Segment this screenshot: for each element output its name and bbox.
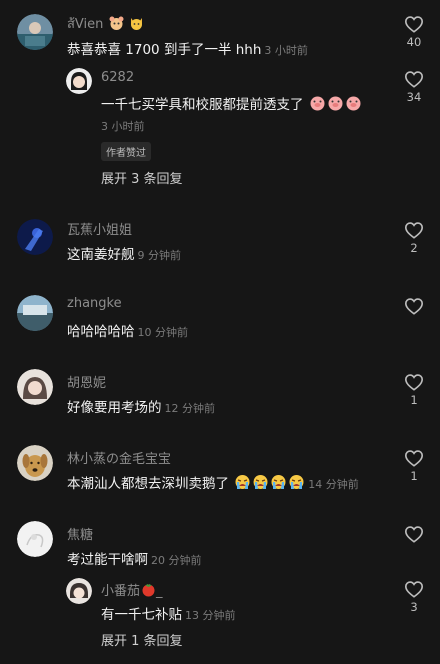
reply-avatar[interactable] bbox=[66, 578, 92, 604]
tomato-emoji bbox=[141, 582, 156, 601]
comment-author[interactable]: ส้Vien bbox=[67, 13, 144, 34]
like-button[interactable]: 40 bbox=[396, 15, 432, 49]
like-count: 2 bbox=[410, 241, 418, 255]
crying-face-emoji bbox=[270, 474, 287, 494]
pig-face-emoji bbox=[345, 95, 362, 115]
comment-author[interactable]: 瓦蕉小姐姐 bbox=[67, 219, 132, 238]
like-count: 1 bbox=[410, 393, 418, 407]
comment-author[interactable]: 胡恩妮 bbox=[67, 372, 106, 391]
heart-outline-icon bbox=[404, 450, 424, 467]
reply-like-button[interactable]: 3 bbox=[396, 580, 432, 614]
heart-outline-icon bbox=[404, 374, 424, 391]
like-button[interactable] bbox=[396, 297, 432, 317]
crying-face-emoji bbox=[288, 474, 305, 494]
heart-outline-icon bbox=[404, 526, 424, 543]
crying-face-emoji bbox=[252, 474, 269, 494]
comment-time: 3 小时前 bbox=[264, 44, 308, 57]
crying-face-emoji bbox=[234, 474, 251, 494]
author-liked-badge: 作者赞过 bbox=[101, 142, 151, 161]
comment-text: 哈哈哈哈哈 10 分钟前 bbox=[67, 324, 189, 340]
comment-author[interactable]: 林小蒸の金毛宝宝 bbox=[67, 448, 171, 467]
like-button[interactable]: 1 bbox=[396, 373, 432, 407]
like-count: 34 bbox=[406, 90, 422, 104]
like-count: 3 bbox=[410, 600, 418, 614]
comment-time: 20 分钟前 bbox=[151, 554, 202, 567]
reply-time: 13 分钟前 bbox=[185, 609, 236, 622]
heart-outline-icon bbox=[404, 298, 424, 315]
like-count: 1 bbox=[410, 469, 418, 483]
comment-text: 这南姜好舰 9 分钟前 bbox=[67, 247, 182, 263]
heart-outline-icon bbox=[404, 16, 424, 33]
comment-author[interactable]: zhangke bbox=[67, 296, 122, 311]
comment-text: 考过能干啥啊 20 分钟前 bbox=[67, 552, 202, 568]
reply-avatar[interactable] bbox=[66, 68, 92, 94]
cat-emoji bbox=[129, 16, 144, 34]
comment-text: 恭喜恭喜 1700 到手了一半 hhh 3 小时前 bbox=[67, 42, 308, 58]
reply-text: 有一千七补贴 13 分钟前 bbox=[101, 607, 236, 623]
avatar[interactable] bbox=[17, 369, 53, 405]
comment-text: 好像要用考场的 12 分钟前 bbox=[67, 400, 216, 416]
pig-face-emoji bbox=[309, 95, 326, 115]
comment-time: 12 分钟前 bbox=[164, 402, 216, 415]
reply-time: 3 小时前 bbox=[101, 120, 145, 133]
avatar[interactable] bbox=[17, 219, 53, 255]
comment-author[interactable]: 焦糖 bbox=[67, 524, 93, 543]
reply-author[interactable]: 6282 bbox=[101, 70, 134, 85]
reply-author[interactable]: 小番茄 _ bbox=[101, 580, 163, 601]
reply-text: 一千七买学具和校服都提前透支了 bbox=[101, 93, 362, 115]
reply-like-button[interactable]: 34 bbox=[396, 70, 432, 104]
expand-replies-link[interactable]: 展开 3 条回复 bbox=[101, 168, 183, 187]
avatar[interactable] bbox=[17, 14, 53, 50]
comment-time: 14 分钟前 bbox=[308, 478, 359, 491]
heart-outline-icon bbox=[404, 222, 424, 239]
hamster-emoji bbox=[109, 16, 124, 34]
comment-time: 9 分钟前 bbox=[137, 249, 182, 262]
avatar[interactable] bbox=[17, 295, 53, 331]
like-button[interactable] bbox=[396, 525, 432, 545]
heart-outline-icon bbox=[404, 581, 424, 598]
like-button[interactable]: 2 bbox=[396, 221, 432, 255]
avatar[interactable] bbox=[17, 445, 53, 481]
avatar[interactable] bbox=[17, 521, 53, 557]
like-count: 40 bbox=[406, 35, 422, 49]
like-button[interactable]: 1 bbox=[396, 449, 432, 483]
comment-time: 10 分钟前 bbox=[137, 326, 189, 339]
expand-replies-link[interactable]: 展开 1 条回复 bbox=[101, 630, 183, 649]
pig-face-emoji bbox=[327, 95, 344, 115]
comment-text: 本潮汕人都想去深圳卖鹅了 14 分钟前 bbox=[67, 474, 359, 494]
heart-outline-icon bbox=[404, 71, 424, 88]
